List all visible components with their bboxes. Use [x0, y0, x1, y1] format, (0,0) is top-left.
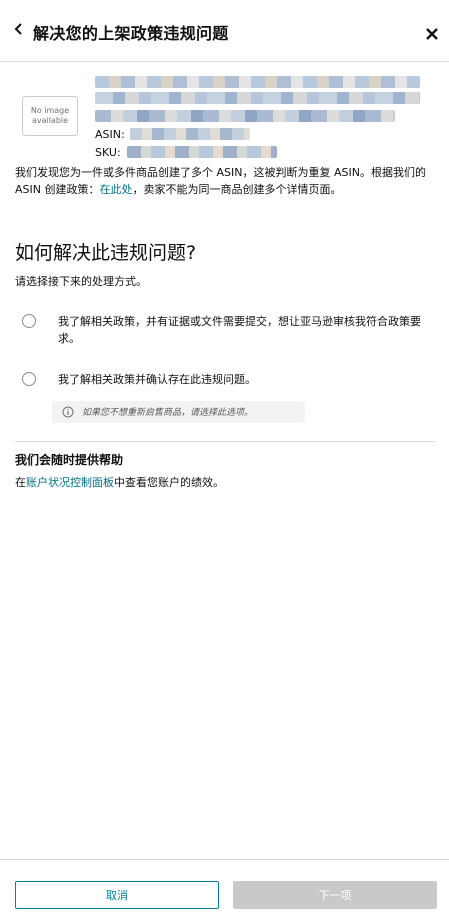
close-icon[interactable]: [424, 26, 440, 42]
asin-policy-link[interactable]: 在此处: [99, 183, 132, 196]
panel-title: 解决您的上架政策违规问题: [33, 24, 229, 43]
resolve-subheading: 请选择接下来的处理方式。: [15, 275, 147, 288]
panel-header: 解决您的上架政策违规问题: [0, 0, 449, 62]
asin-label: ASIN:: [95, 128, 125, 141]
option-confirm-violation[interactable]: 我了解相关政策并确认存在此违规问题。: [22, 371, 432, 389]
redacted-asin: [130, 128, 250, 140]
redacted-sku: [127, 146, 277, 158]
help-text-suffix: 中查看您账户的绩效。: [114, 476, 224, 489]
option-submit-evidence[interactable]: 我了解相关政策，并有证据或文件需要提交，想让亚马逊审核我符合政策要求。: [22, 313, 432, 349]
info-icon: [62, 406, 74, 418]
option-label: 我了解相关政策并确认存在此违规问题。: [58, 373, 256, 386]
violation-description: 我们发现您为一件或多件商品创建了多个 ASIN，这被判断为重复 ASIN。根据我…: [15, 164, 435, 198]
redacted-product-title-3: [95, 110, 395, 122]
redacted-product-title: [95, 76, 420, 88]
panel-footer: 取消 下一项: [0, 859, 449, 921]
account-health-dashboard-link[interactable]: 账户状况控制面板: [26, 476, 114, 489]
help-text: 在账户状况控制面板中查看您账户的绩效。: [15, 474, 224, 490]
description-text-2: ，卖家不能为同一商品创建多个详情页面。: [132, 183, 342, 196]
help-heading: 我们会随时提供帮助: [15, 453, 124, 467]
resolve-violation-panel: 解决您的上架政策违规问题 No image available ASIN: SK…: [0, 0, 449, 921]
option-hint: 如果您不想重新启售商品，请选择此选项。: [52, 401, 305, 423]
no-image-text: No image: [30, 106, 70, 115]
product-summary: No image available ASIN: SKU:: [22, 74, 432, 166]
next-button[interactable]: 下一项: [233, 881, 437, 909]
resolve-heading: 如何解决此违规问题?: [15, 242, 197, 264]
option-label: 我了解相关政策，并有证据或文件需要提交，想让亚马逊审核我符合政策要求。: [58, 315, 421, 345]
section-divider: [15, 441, 435, 442]
chevron-left-icon[interactable]: [12, 22, 26, 36]
sku-label: SKU:: [95, 146, 121, 159]
cancel-button[interactable]: 取消: [15, 881, 219, 909]
help-text-prefix: 在: [15, 476, 26, 489]
radio-button[interactable]: [22, 314, 36, 328]
no-image-text-2: available: [31, 116, 69, 125]
no-image-placeholder: No image available: [22, 96, 78, 136]
hint-text: 如果您不想重新启售商品，请选择此选项。: [82, 408, 254, 418]
radio-button[interactable]: [22, 372, 36, 386]
redacted-product-title-2: [95, 92, 420, 104]
